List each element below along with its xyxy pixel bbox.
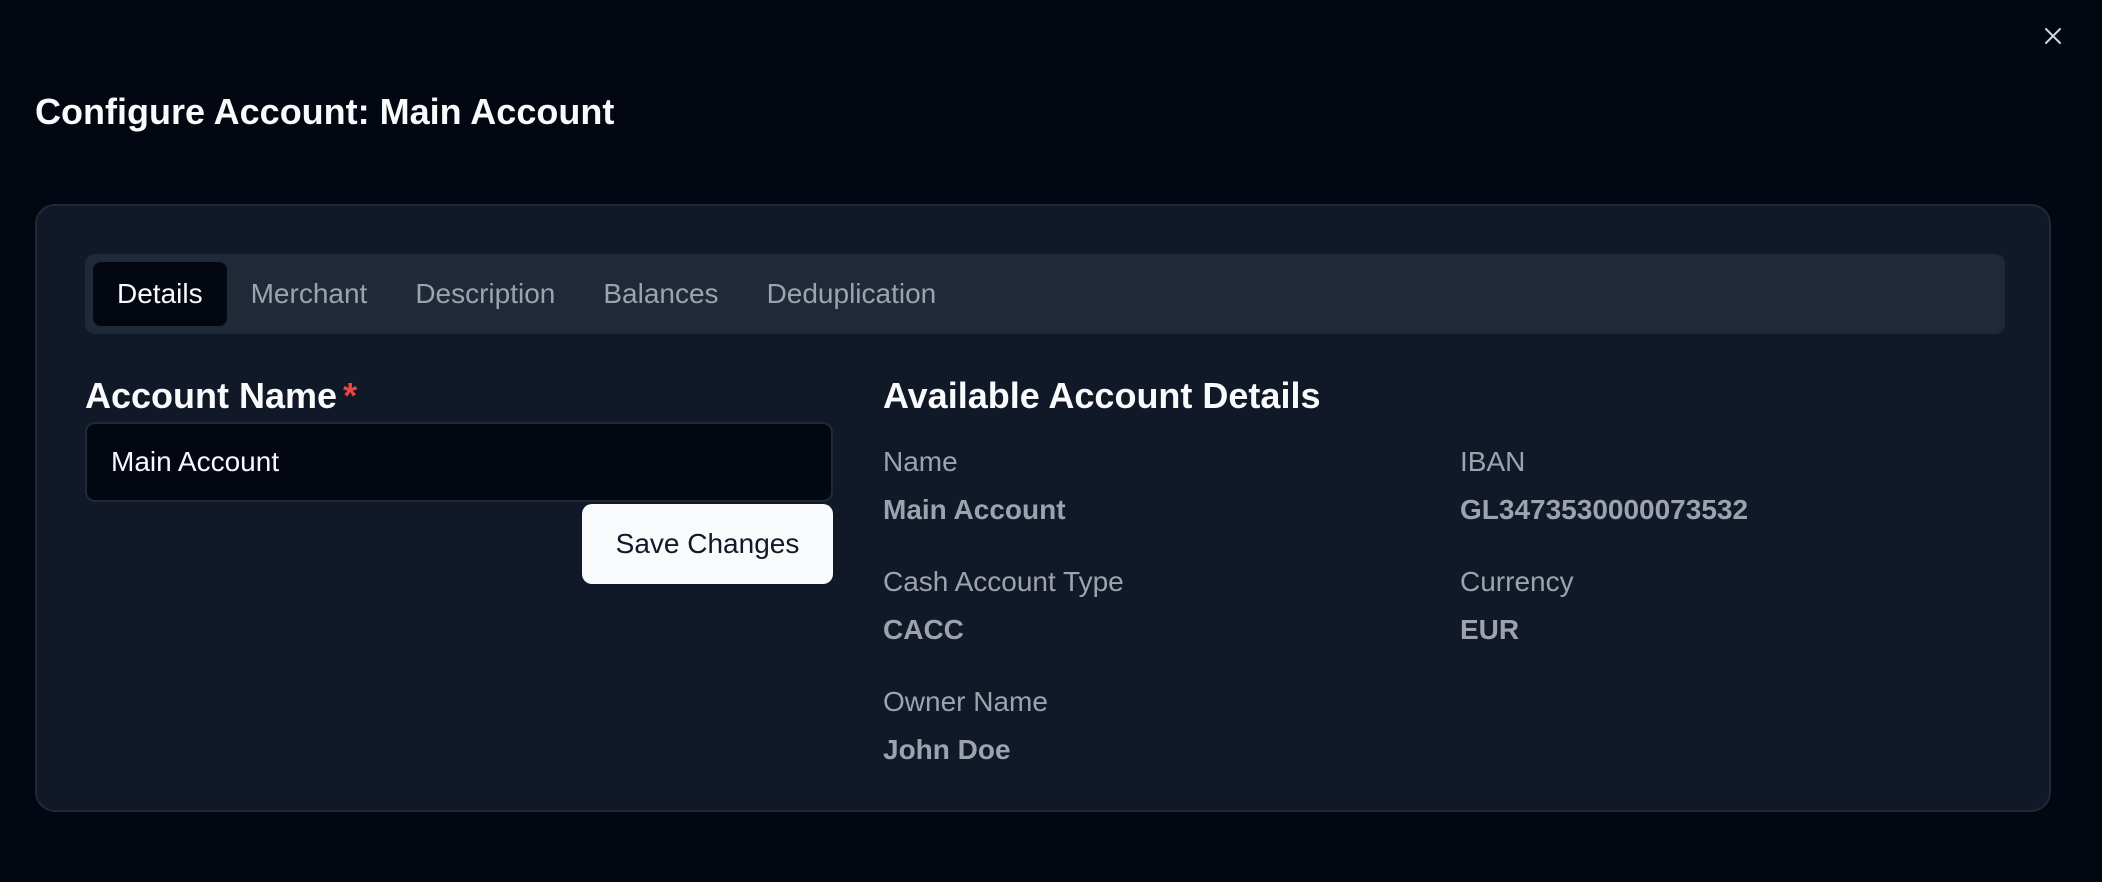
close-icon xyxy=(2045,28,2061,44)
detail-value: GL3473530000073532 xyxy=(1460,494,1749,525)
detail-cash-account-type: Cash Account Type CACC xyxy=(883,564,1403,648)
dialog-title: Configure Account: Main Account xyxy=(35,91,615,132)
detail-label: Currency xyxy=(1460,566,1574,597)
detail-name: Name Main Account xyxy=(883,444,1403,528)
required-marker: * xyxy=(343,375,358,416)
detail-value: EUR xyxy=(1460,614,1520,645)
tab-deduplication[interactable]: Deduplication xyxy=(743,262,961,326)
account-name-label: Account Name * xyxy=(85,372,357,420)
detail-value: John Doe xyxy=(883,734,1011,765)
detail-label: Name xyxy=(883,446,958,477)
save-changes-button[interactable]: Save Changes xyxy=(582,504,833,584)
tab-list: Details Merchant Description Balances De… xyxy=(85,254,2005,334)
detail-currency: Currency EUR xyxy=(1460,564,1980,648)
detail-label: Cash Account Type xyxy=(883,566,1124,597)
detail-value: CACC xyxy=(883,614,964,645)
detail-owner-name: Owner Name John Doe xyxy=(883,684,1403,768)
tab-merchant[interactable]: Merchant xyxy=(227,262,392,326)
detail-label: IBAN xyxy=(1460,446,1526,477)
close-button[interactable] xyxy=(2037,20,2069,52)
configure-card: Details Merchant Description Balances De… xyxy=(35,204,2051,812)
detail-value: Main Account xyxy=(883,494,1066,525)
tab-details[interactable]: Details xyxy=(93,262,227,326)
tab-description[interactable]: Description xyxy=(391,262,579,326)
tab-balances[interactable]: Balances xyxy=(579,262,742,326)
account-name-label-text: Account Name xyxy=(85,375,338,416)
detail-label: Owner Name xyxy=(883,686,1048,717)
account-name-input[interactable] xyxy=(85,422,833,502)
detail-iban: IBAN GL3473530000073532 xyxy=(1460,444,1980,528)
available-details-title: Available Account Details xyxy=(883,375,1321,416)
